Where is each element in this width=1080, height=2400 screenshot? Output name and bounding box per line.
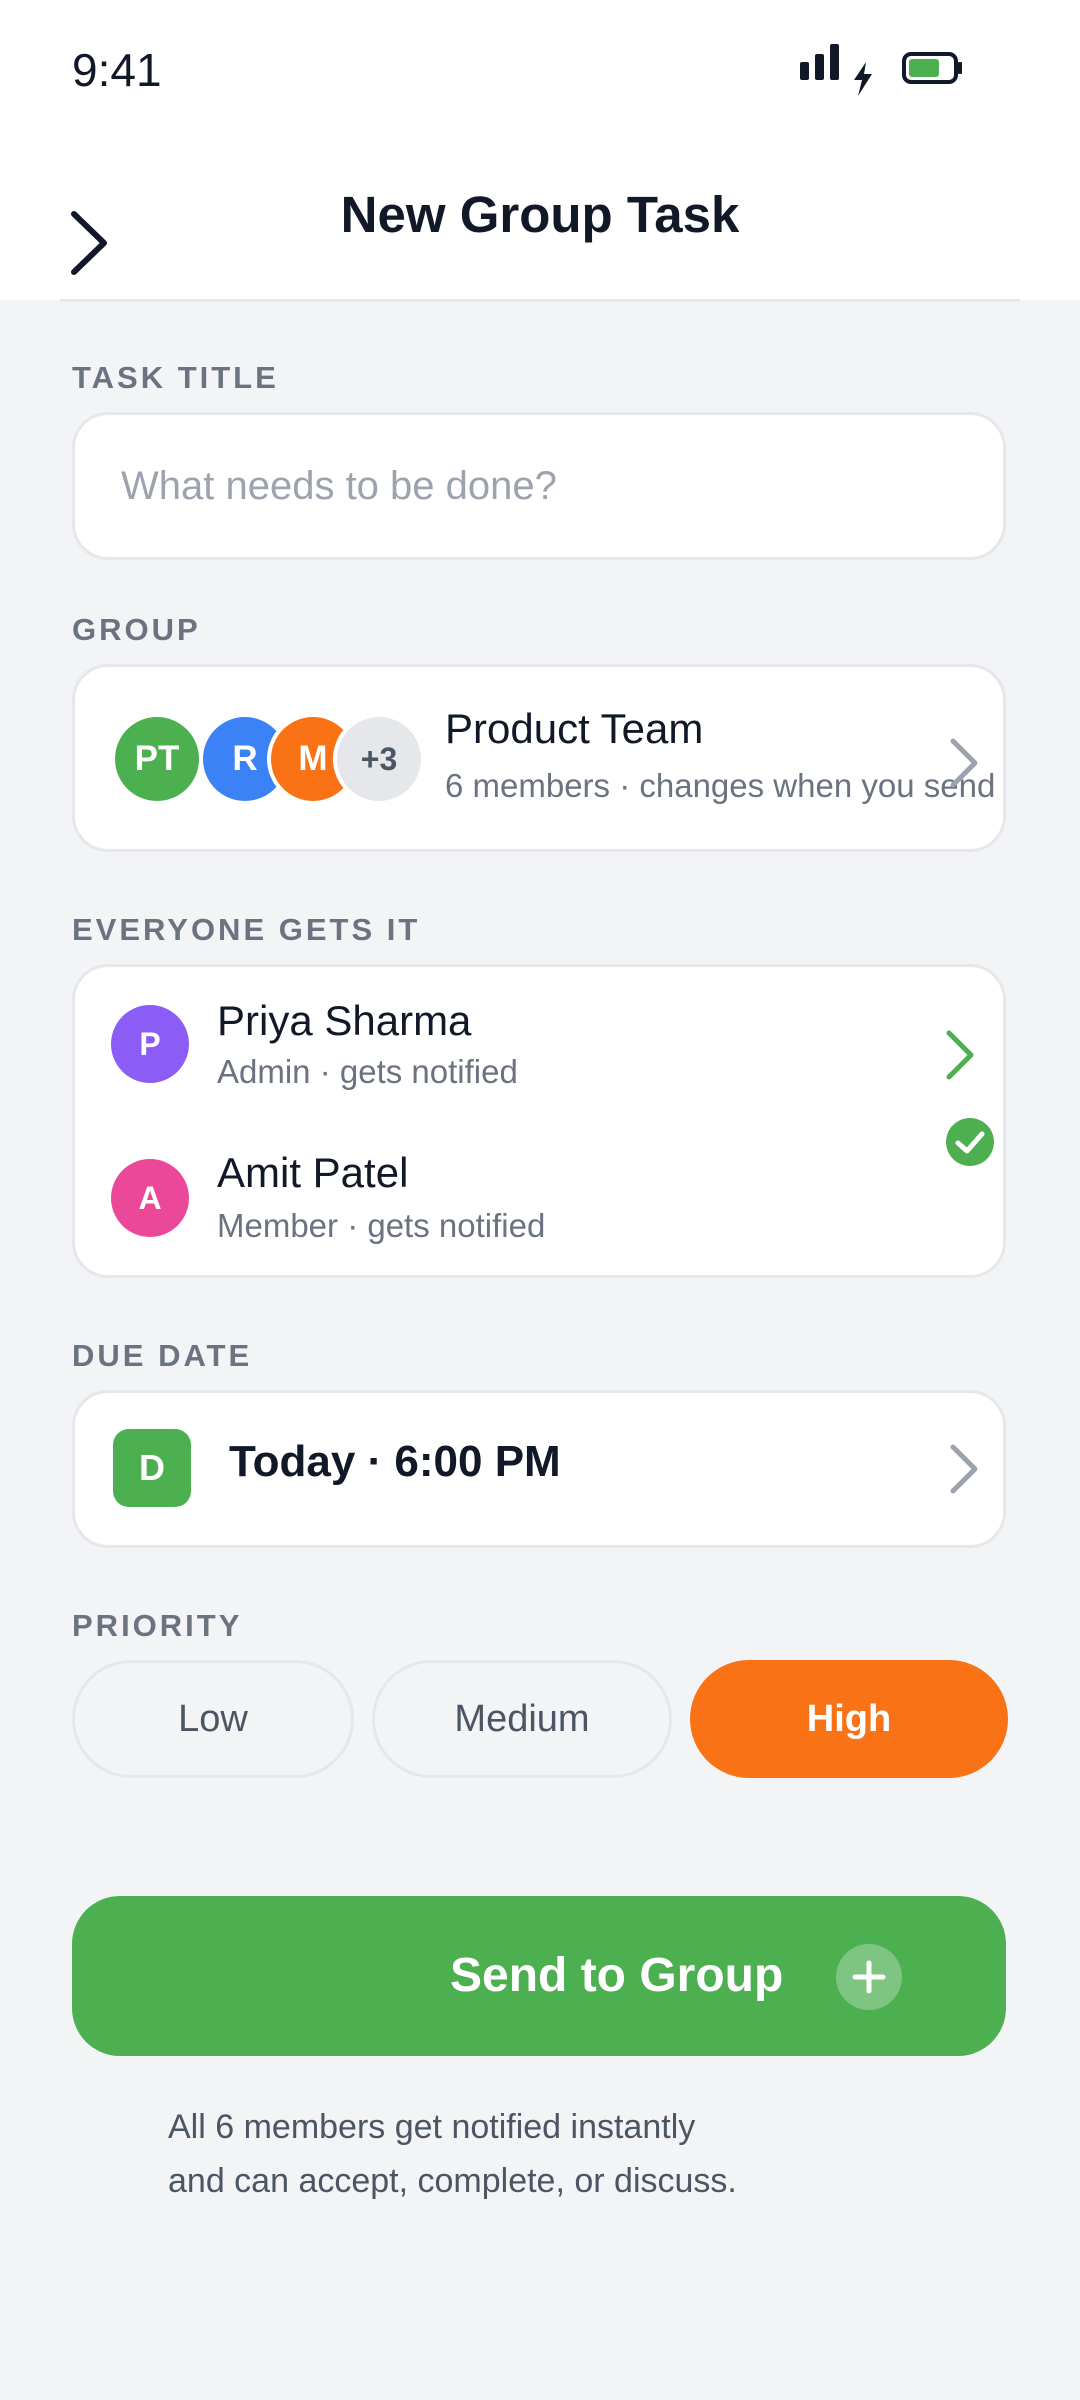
member-subtitle: Member · gets notified [217, 1207, 546, 1244]
group-subtitle-wrap: 6 members · changes when you send [445, 767, 1005, 805]
status-icons-svg [800, 44, 962, 96]
footnote-line-1: All 6 members get notified instantly [168, 2108, 696, 2146]
check-circle-icon [946, 1118, 994, 1166]
task-title-label: TASK TITLE [72, 360, 279, 395]
charging-icon [854, 62, 872, 96]
priority-medium-button[interactable]: Medium [372, 1660, 672, 1778]
group-name: Product Team [445, 705, 704, 752]
footnote-line-2: and can accept, complete, or discuss. [168, 2162, 737, 2200]
plus-icon-glyph [852, 1960, 886, 1994]
chevron-right-icon [950, 1444, 978, 1494]
calendar-icon: D [113, 1429, 191, 1507]
group-avatar-overflow: +3 [333, 713, 425, 805]
due-date-card[interactable]: D Today · 6:00 PM [72, 1390, 1006, 1548]
page-title: New Group Task [340, 186, 740, 243]
signal-icon [800, 44, 839, 80]
due-date-value: Today · 6:00 PM [229, 1437, 561, 1486]
member-name: Amit Patel [217, 1149, 409, 1196]
avatar: P [111, 1005, 189, 1083]
priority-label: PRIORITY [72, 1608, 243, 1643]
priority-low-button[interactable]: Low [72, 1660, 354, 1778]
header-divider [60, 299, 1020, 302]
member-row[interactable]: P Priya Sharma Admin · gets notified [75, 967, 1003, 1117]
footnote: All 6 members get notified instantly and… [168, 2100, 928, 2208]
member-row[interactable]: A Amit Patel Member · gets notified [75, 1117, 1003, 1277]
group-card[interactable]: PT R M +3 Product Team 6 members · chang… [72, 664, 1006, 852]
send-to-group-button[interactable]: Send to Group [72, 1896, 1006, 2056]
member-subtitle: Admin · gets notified [217, 1053, 518, 1090]
due-date-label: DUE DATE [72, 1338, 253, 1373]
everyone-label: EVERYONE GETS IT [72, 912, 421, 947]
member-name: Priya Sharma [217, 997, 472, 1044]
chevron-right-icon [946, 1030, 974, 1080]
group-label: GROUP [72, 612, 201, 647]
plus-icon [836, 1944, 902, 2010]
group-avatar-pt: PT [111, 713, 203, 805]
priority-high-button[interactable]: High [690, 1660, 1008, 1778]
task-title-input[interactable] [72, 412, 1006, 560]
status-icons [800, 40, 970, 100]
send-button-label: Send to Group [450, 1949, 784, 2002]
group-subtitle: 6 members · changes when you send [445, 767, 996, 804]
members-card: P Priya Sharma Admin · gets notified A A… [72, 964, 1006, 1278]
chevron-right-icon [950, 738, 978, 788]
avatar: A [111, 1159, 189, 1237]
status-time: 9:41 [72, 44, 162, 96]
battery-icon [902, 52, 962, 84]
